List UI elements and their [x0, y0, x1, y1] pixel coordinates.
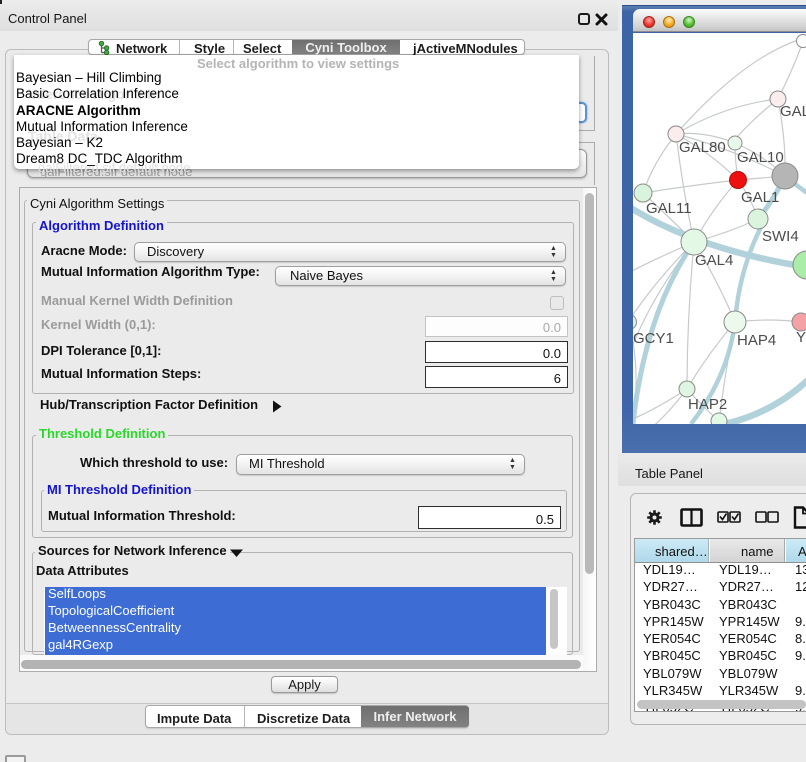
- svg-text:HAP4: HAP4: [737, 332, 776, 349]
- svg-text:Y: Y: [796, 329, 806, 346]
- svg-text:GAL10: GAL10: [737, 149, 784, 166]
- svg-text:GAL7: GAL7: [780, 103, 806, 120]
- svg-text:GAL1: GAL1: [741, 189, 779, 206]
- svg-text:GAL11: GAL11: [646, 200, 692, 217]
- svg-text:SWI4: SWI4: [762, 228, 799, 245]
- svg-text:GAL4: GAL4: [695, 252, 733, 269]
- svg-text:GCY1: GCY1: [633, 330, 674, 347]
- svg-text:GAL80: GAL80: [679, 139, 726, 156]
- svg-text:HAP2: HAP2: [688, 396, 727, 413]
